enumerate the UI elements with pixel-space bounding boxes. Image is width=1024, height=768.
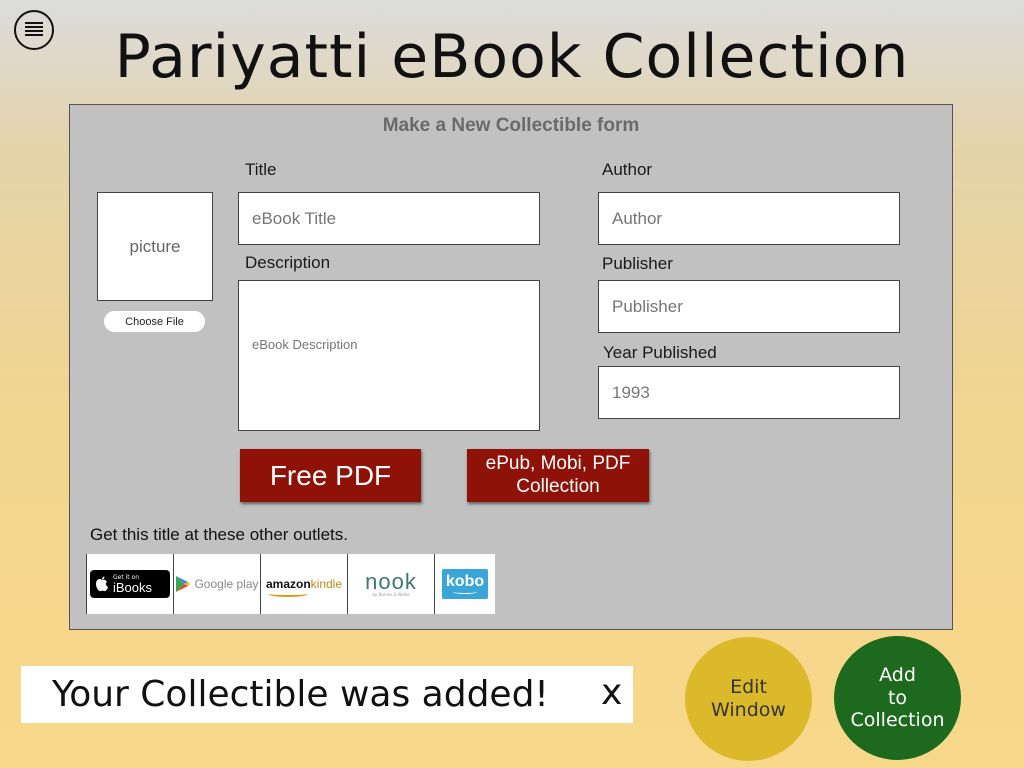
edit-window-line1: Edit: [730, 676, 767, 699]
description-input[interactable]: [238, 280, 540, 431]
google-play-badge: Google play: [175, 575, 259, 593]
author-label: Author: [602, 160, 653, 179]
picture-preview[interactable]: picture: [97, 192, 213, 301]
google-play-link[interactable]: Google play: [174, 554, 261, 614]
ebook-collection-button[interactable]: ePub, Mobi, PDF Collection: [467, 449, 649, 502]
nook-subtext: by Barnes & Noble: [372, 592, 410, 597]
publisher-input[interactable]: [598, 280, 900, 333]
publisher-label: Publisher: [602, 254, 673, 273]
free-pdf-button[interactable]: Free PDF: [240, 449, 421, 502]
toast-close-button[interactable]: x: [601, 672, 622, 713]
collection-button-line2: Collection: [516, 475, 600, 497]
author-input[interactable]: [598, 192, 900, 245]
add-line2: to: [887, 686, 908, 709]
add-to-collection-button[interactable]: Add to Collection: [834, 636, 961, 760]
picture-placeholder: picture: [129, 236, 181, 256]
amazon-smile-icon: [267, 591, 308, 597]
year-published-input[interactable]: [598, 366, 900, 419]
apple-icon: [96, 576, 108, 591]
success-toast: Your Collectible was added! x: [21, 666, 633, 723]
title-input[interactable]: [238, 192, 540, 245]
kindle-text: kindle: [310, 577, 343, 591]
google-play-icon: [176, 576, 191, 592]
amazon-kindle-logo: amazonkindle: [265, 577, 343, 597]
kobo-text: kobo: [445, 573, 485, 590]
google-play-text: Google play: [194, 577, 259, 591]
page-title: Pariyatti eBook Collection: [114, 22, 910, 92]
kobo-smile-icon: [453, 590, 477, 594]
amazon-brand-text: amazon: [265, 577, 311, 591]
nook-text: nook: [365, 569, 417, 594]
edit-window-line2: Window: [711, 699, 786, 721]
nook-link[interactable]: nook by Barnes & Noble: [348, 554, 435, 614]
title-label: Title: [245, 160, 277, 179]
form-heading: Make a New Collectible form: [382, 115, 640, 136]
edit-window-button[interactable]: Edit Window: [685, 637, 812, 761]
toast-message: Your Collectible was added!: [52, 674, 549, 715]
add-line3: Collection: [850, 709, 945, 732]
collectible-form: Make a New Collectible form picture Choo…: [69, 104, 953, 630]
description-label: Description: [245, 253, 331, 272]
choose-file-button[interactable]: Choose File: [104, 311, 205, 332]
ibooks-badge-text: iBooks: [113, 579, 153, 595]
ibooks-badge: Get it on iBooks: [90, 570, 170, 598]
nook-logo: nook by Barnes & Noble: [365, 571, 417, 597]
amazon-kindle-link[interactable]: amazonkindle: [261, 554, 348, 614]
outlets-label: Get this title at these other outlets.: [90, 525, 348, 544]
add-line1: Add: [879, 663, 916, 686]
kobo-link[interactable]: kobo: [435, 554, 495, 614]
collection-button-line1: ePub, Mobi, PDF: [485, 452, 631, 474]
kobo-logo: kobo: [442, 569, 488, 599]
outlets-row: Get it on iBooks Google play amazonkindl…: [86, 554, 495, 614]
year-published-label: Year Published: [603, 343, 717, 362]
ibooks-link[interactable]: Get it on iBooks: [87, 554, 174, 614]
